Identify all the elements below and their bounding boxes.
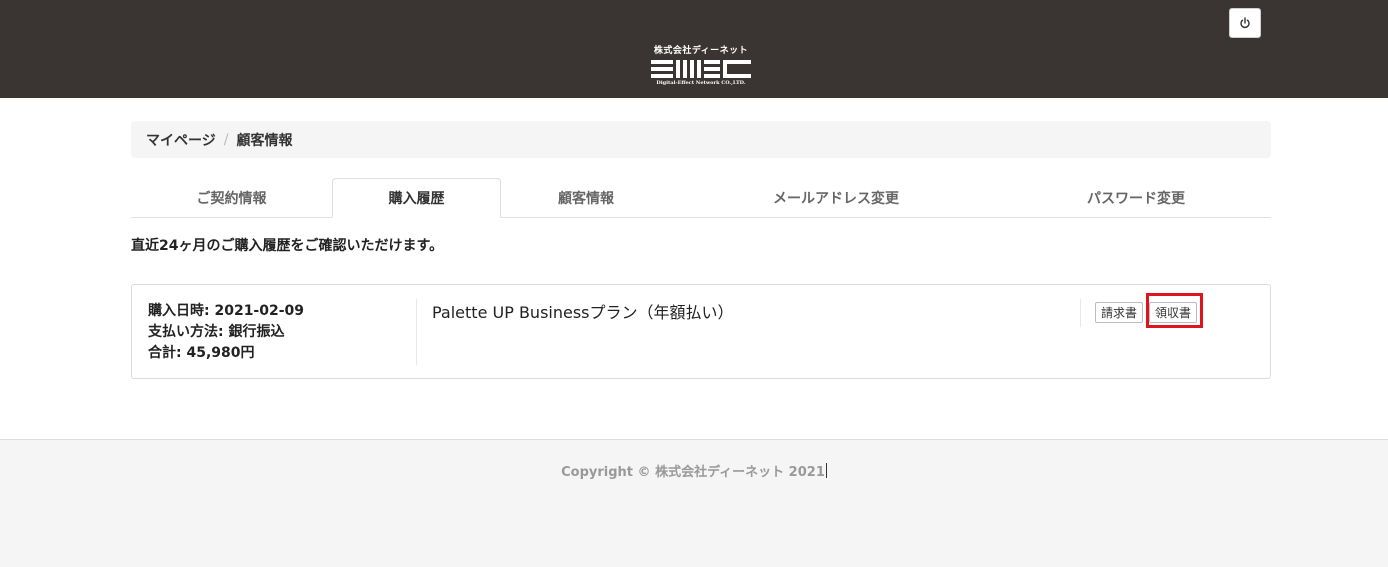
breadcrumb-item-mypage[interactable]: マイページ <box>146 130 216 150</box>
tab-purchase-history[interactable]: 購入履歴 <box>332 178 501 218</box>
intro-text: 直近24ヶ月のご購入履歴をご確認いただけます。 <box>131 238 444 254</box>
invoice-button[interactable]: 請求書 <box>1095 302 1143 323</box>
logout-button[interactable] <box>1229 8 1261 38</box>
site-header: 株式会社ディーネット Digital-Effect Network CO.,LT… <box>0 0 1388 98</box>
card-divider <box>416 299 417 365</box>
tab-password-change[interactable]: パスワード変更 <box>1001 178 1271 218</box>
purchase-date: 購入日時: 2021-02-09 <box>148 303 305 319</box>
tab-email-change[interactable]: メールアドレス変更 <box>671 178 1001 218</box>
breadcrumb-separator: / <box>223 131 229 148</box>
tab-bar: ご契約情報 購入履歴 顧客情報 メールアドレス変更 パスワード変更 <box>131 178 1271 218</box>
copyright-text: Copyright © 株式会社ディーネット 2021 <box>561 465 825 480</box>
site-footer: Copyright © 株式会社ディーネット 2021 <box>0 439 1388 567</box>
tab-customer-info[interactable]: 顧客情報 <box>501 178 671 218</box>
plan-name: Palette UP Businessプラン（年額払い） <box>432 303 734 322</box>
company-logo[interactable]: 株式会社ディーネット Digital-Effect Network CO.,LT… <box>646 46 756 90</box>
logo-subtitle: Digital-Effect Network CO.,LTD. <box>656 80 746 86</box>
power-icon <box>1240 17 1250 29</box>
purchase-card: 購入日時: 2021-02-09 支払い方法: 銀行振込 合計: 45,980円… <box>131 284 1271 379</box>
breadcrumb: マイページ / 顧客情報 <box>131 121 1271 158</box>
receipt-button[interactable]: 領収書 <box>1149 302 1197 323</box>
card-divider <box>1080 299 1081 327</box>
text-cursor <box>825 463 827 478</box>
tab-contract-info[interactable]: ご契約情報 <box>131 178 332 218</box>
denet-logo-mark <box>651 60 751 78</box>
purchase-meta: 購入日時: 2021-02-09 支払い方法: 銀行振込 合計: 45,980円 <box>148 301 416 364</box>
logo-company-name: 株式会社ディーネット <box>653 46 749 56</box>
purchase-total: 合計: 45,980円 <box>148 345 255 361</box>
breadcrumb-item-customer-info: 顧客情報 <box>236 132 293 149</box>
copyright: Copyright © 株式会社ディーネット 2021 <box>0 461 1388 480</box>
payment-method: 支払い方法: 銀行振込 <box>148 324 285 340</box>
